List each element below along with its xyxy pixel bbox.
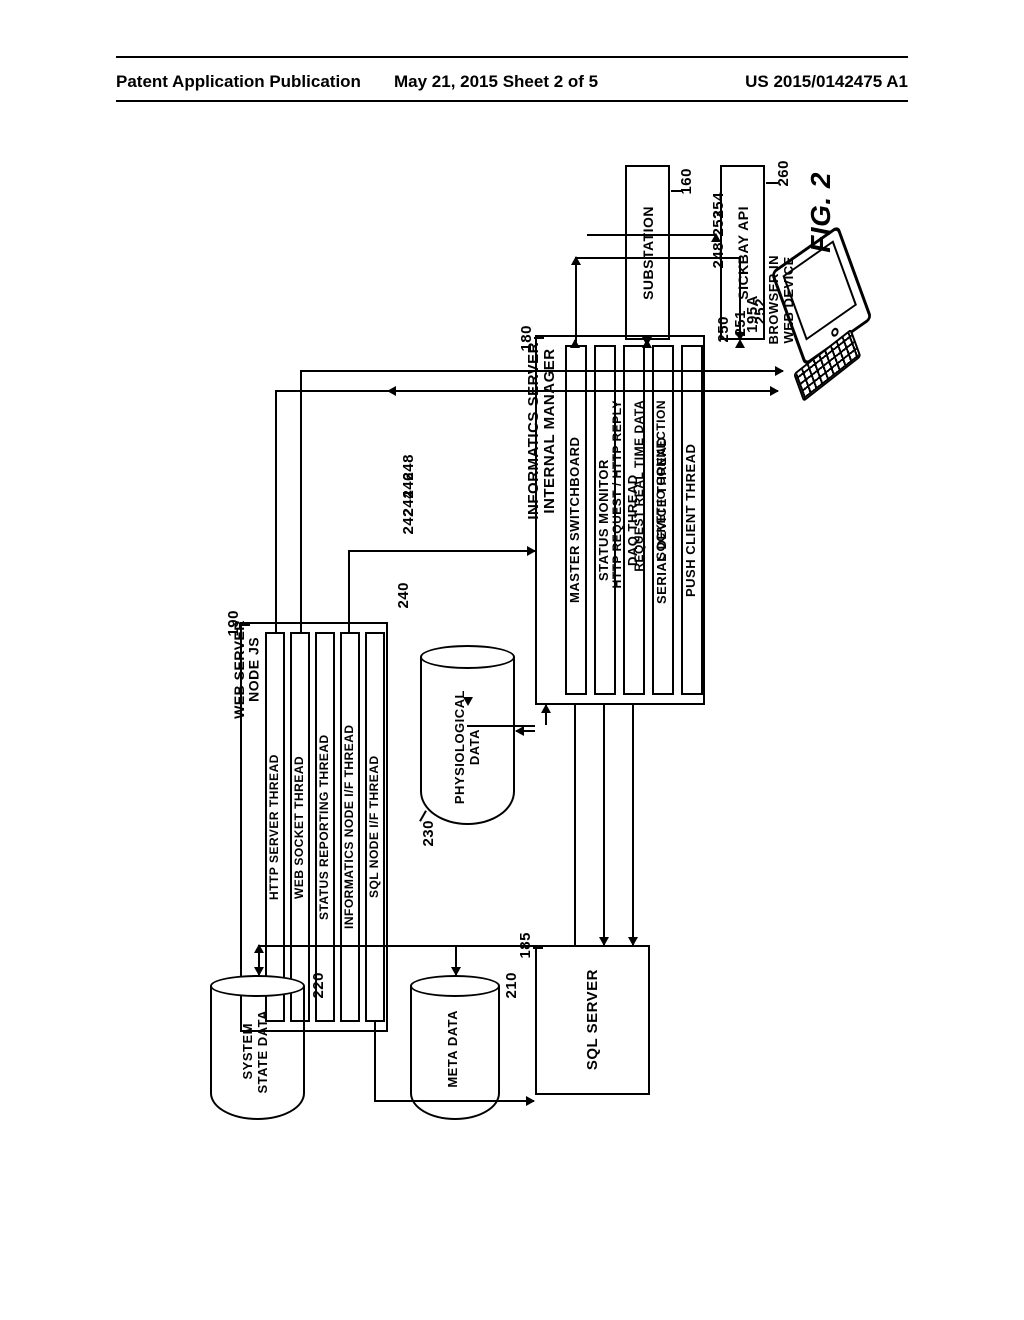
conn-label-realtime: REQUEST REAL TIME DATA	[632, 400, 648, 630]
ref-260: 260	[775, 160, 792, 191]
conn-label-socketio: SOCKET IO CONNECTION	[654, 400, 670, 630]
conn-label-http: HTTP REQUEST / HTTP REPLY	[610, 400, 626, 630]
ref-185: 185	[517, 932, 534, 963]
ref-230: 230	[420, 820, 437, 851]
header-rule-bottom	[116, 100, 908, 102]
page: Patent Application Publication May 21, 2…	[0, 0, 1024, 1320]
ref-210: 210	[503, 972, 520, 1003]
web-bar-status-reporting-thread: STATUS REPORTING THREAD	[315, 632, 335, 1022]
web-bar-sql-node-if-thread: SQL NODE I/F THREAD	[365, 632, 385, 1022]
web-bar-informatics-node-if-thread: INFORMATICS NODE I/F THREAD	[340, 632, 360, 1022]
header-right: US 2015/0142475 A1	[745, 72, 908, 92]
system-state-data-cylinder: SYSTEM STATE DATA	[210, 975, 305, 1120]
ref-180: 180	[518, 325, 535, 356]
informatics-title-line-2: INTERNAL MANAGER	[541, 348, 558, 513]
system-state-data-label: SYSTEM STATE DATA	[240, 1010, 270, 1093]
ref-254: 254	[710, 192, 727, 223]
meta-data-cylinder: META DATA	[410, 975, 500, 1120]
web-bar-web-socket-thread: WEB SOCKET THREAD	[290, 632, 310, 1022]
ref-195a: 195A	[744, 295, 761, 337]
header-rule-top	[116, 56, 908, 58]
informatics-bar-master-switchboard: MASTER SWITCHBOARD	[565, 345, 587, 695]
informatics-title-line-1: INFORMATICS SERVER	[525, 342, 542, 520]
header-left: Patent Application Publication	[116, 72, 361, 92]
physiological-data-label: PHYSIOLOGICAL DATA	[452, 690, 482, 804]
browser-device-label: BROWSER IN WEB DEVICE	[766, 255, 788, 455]
ref-250: 250	[715, 316, 732, 347]
ref-160: 160	[678, 168, 695, 199]
web-bar-http-server-thread: HTTP SERVER THREAD	[265, 632, 285, 1022]
ref-220: 220	[310, 972, 327, 1003]
informatics-bar-push-client-thread: PUSH CLIENT THREAD	[681, 345, 703, 695]
physiological-data-cylinder: PHYSIOLOGICAL DATA	[420, 645, 515, 825]
meta-data-label: META DATA	[445, 1010, 460, 1088]
ref-240: 240	[395, 582, 412, 613]
sql-server-box: SQL SERVER	[535, 945, 650, 1095]
header-center: May 21, 2015 Sheet 2 of 5	[394, 72, 598, 92]
web-server-title-line-2: NODE JS	[246, 637, 262, 702]
ref-248-inf: 248	[710, 242, 727, 273]
informatics-server-title: INFORMATICS SERVER INTERNAL MANAGER	[526, 342, 551, 542]
figure-2-diagram: FIG. 2 SICKBAY API SUBSTATION INFORMATIC…	[120, 130, 910, 1230]
ref-248-web: 248	[400, 454, 417, 485]
substation-box: SUBSTATION	[625, 165, 670, 340]
